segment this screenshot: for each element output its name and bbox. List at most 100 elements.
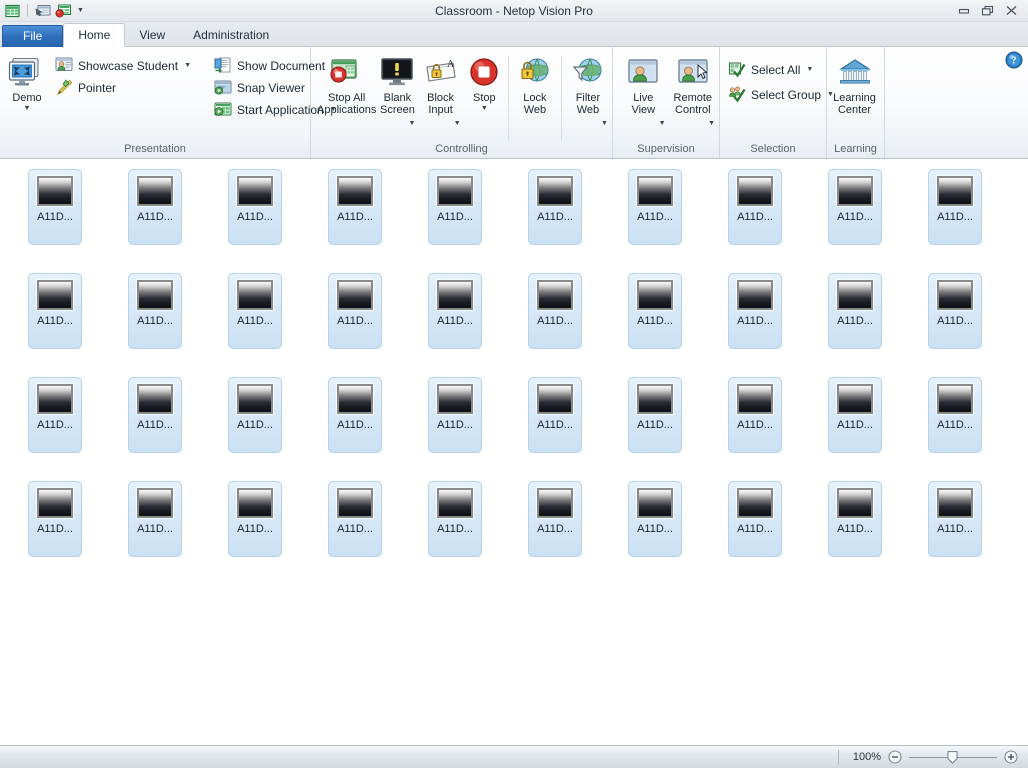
stop-board-icon[interactable] <box>54 2 71 19</box>
student-tile[interactable]: A11D... <box>28 481 82 557</box>
student-name: A11D... <box>637 315 673 327</box>
student-screen-icon <box>737 176 773 206</box>
student-tile[interactable]: A11D... <box>428 377 482 453</box>
block-input-button[interactable]: A Block Input <box>419 52 461 116</box>
stop-caret-icon[interactable]: ▼ <box>481 105 488 113</box>
live-view-button[interactable]: Live View <box>619 52 668 116</box>
stop-all-applications-button[interactable]: Stop All Applications <box>317 52 376 116</box>
filter-web-caret-icon[interactable]: ▼ <box>601 120 608 127</box>
student-tile[interactable]: A11D... <box>728 481 782 557</box>
student-tile[interactable]: A11D... <box>928 377 982 453</box>
tab-file[interactable]: File <box>2 25 64 47</box>
tab-home[interactable]: Home <box>63 23 126 47</box>
student-tile[interactable]: A11D... <box>228 481 282 557</box>
close-button[interactable] <box>1004 4 1019 18</box>
help-icon[interactable]: ? <box>1005 51 1023 69</box>
student-tile[interactable]: A11D... <box>128 169 182 245</box>
window-controls <box>956 0 1028 21</box>
student-screen-icon <box>737 280 773 310</box>
student-tile[interactable]: A11D... <box>328 481 382 557</box>
stop-label: Stop <box>472 92 496 104</box>
student-screen-icon <box>337 176 373 206</box>
student-tile[interactable]: A11D... <box>228 273 282 349</box>
student-name: A11D... <box>637 523 673 535</box>
student-tile[interactable]: A11D... <box>728 377 782 453</box>
student-tile[interactable]: A11D... <box>128 273 182 349</box>
student-tile[interactable]: A11D... <box>328 273 382 349</box>
demo-caret-icon[interactable]: ▼ <box>24 105 31 113</box>
tab-administration[interactable]: Administration <box>179 24 283 47</box>
pointer-button[interactable]: Pointer <box>52 77 196 98</box>
student-tile[interactable]: A11D... <box>428 481 482 557</box>
remote-control-button[interactable]: Remote Control <box>669 52 718 116</box>
zoom-in-button[interactable] <box>1004 750 1018 764</box>
restore-button[interactable] <box>980 4 995 18</box>
chevron-down-icon[interactable]: ▼ <box>74 2 87 19</box>
student-tile[interactable]: A11D... <box>928 481 982 557</box>
student-tile[interactable]: A11D... <box>828 481 882 557</box>
select-all-button[interactable]: Select All ▼ <box>725 59 839 80</box>
student-tile[interactable]: A11D... <box>828 377 882 453</box>
student-tile[interactable]: A11D... <box>528 481 582 557</box>
showcase-student-button[interactable]: Showcase Student ▼ <box>52 55 196 76</box>
student-tile[interactable]: A11D... <box>28 273 82 349</box>
demo-monitors-icon <box>8 56 46 90</box>
zoom-slider-handle[interactable] <box>947 751 958 764</box>
student-tile[interactable]: A11D... <box>228 377 282 453</box>
student-tile[interactable]: A11D... <box>728 169 782 245</box>
block-input-caret-icon[interactable]: ▼ <box>454 120 461 127</box>
student-tile[interactable]: A11D... <box>328 169 382 245</box>
student-tile[interactable]: A11D... <box>28 377 82 453</box>
zoom-out-button[interactable] <box>888 750 902 764</box>
student-tile[interactable]: A11D... <box>428 169 482 245</box>
student-tile[interactable]: A11D... <box>828 273 882 349</box>
student-tile[interactable]: A11D... <box>428 273 482 349</box>
student-name: A11D... <box>337 419 373 431</box>
snap-viewer-icon <box>214 79 232 97</box>
student-tile[interactable]: A11D... <box>328 377 382 453</box>
student-screen-icon <box>437 384 473 414</box>
student-screen-icon <box>437 488 473 518</box>
ribbon-group-supervision: Live View ▼ Remote Control ▼ Supervision <box>613 47 720 158</box>
filter-web-button[interactable]: Filter Web <box>567 52 609 116</box>
student-screen-icon <box>837 384 873 414</box>
tab-view[interactable]: View <box>125 24 179 47</box>
blank-screen-caret-icon[interactable]: ▼ <box>409 120 416 127</box>
student-tile[interactable]: A11D... <box>628 169 682 245</box>
group-label-controlling: Controlling <box>435 143 488 155</box>
student-tile[interactable]: A11D... <box>628 377 682 453</box>
minimize-button[interactable] <box>956 4 971 18</box>
student-tile[interactable]: A11D... <box>528 273 582 349</box>
zoom-percent[interactable]: 100% <box>851 751 881 763</box>
student-tile[interactable]: A11D... <box>128 377 182 453</box>
select-all-caret-icon[interactable]: ▼ <box>806 66 813 73</box>
blank-screen-button[interactable]: Blank Screen <box>376 52 418 116</box>
remote-control-label: Remote Control <box>673 92 713 116</box>
student-tile[interactable]: A11D... <box>28 169 82 245</box>
student-tile[interactable]: A11D... <box>228 169 282 245</box>
student-tile[interactable]: A11D... <box>828 169 882 245</box>
zoom-slider[interactable] <box>909 750 997 764</box>
pointer-label: Pointer <box>78 80 117 95</box>
demo-button[interactable]: Demo ▼ <box>8 52 46 113</box>
student-tile[interactable]: A11D... <box>628 481 682 557</box>
select-group-button[interactable]: Select Group ▼ <box>725 84 839 105</box>
learning-center-button[interactable]: Learning Center <box>829 52 880 116</box>
student-tile[interactable]: A11D... <box>528 169 582 245</box>
student-tile[interactable]: A11D... <box>628 273 682 349</box>
student-tile[interactable]: A11D... <box>928 169 982 245</box>
student-screen-icon <box>837 176 873 206</box>
grid-icon[interactable] <box>4 2 21 19</box>
student-tile[interactable]: A11D... <box>128 481 182 557</box>
student-tile[interactable]: A11D... <box>928 273 982 349</box>
student-tile[interactable]: A11D... <box>528 377 582 453</box>
classroom-workspace[interactable]: A11D... A11D... A11D... A11D... A11D... … <box>0 159 1028 745</box>
lock-web-button[interactable]: Lock Web <box>514 52 556 116</box>
student-tile[interactable]: A11D... <box>728 273 782 349</box>
stop-button[interactable]: Stop ▼ <box>466 52 503 113</box>
remote-control-caret-icon[interactable]: ▼ <box>708 120 715 127</box>
live-view-caret-icon[interactable]: ▼ <box>659 120 666 127</box>
student-name: A11D... <box>337 315 373 327</box>
pointer-board-icon[interactable] <box>34 2 51 19</box>
showcase-student-caret-icon[interactable]: ▼ <box>184 62 191 69</box>
